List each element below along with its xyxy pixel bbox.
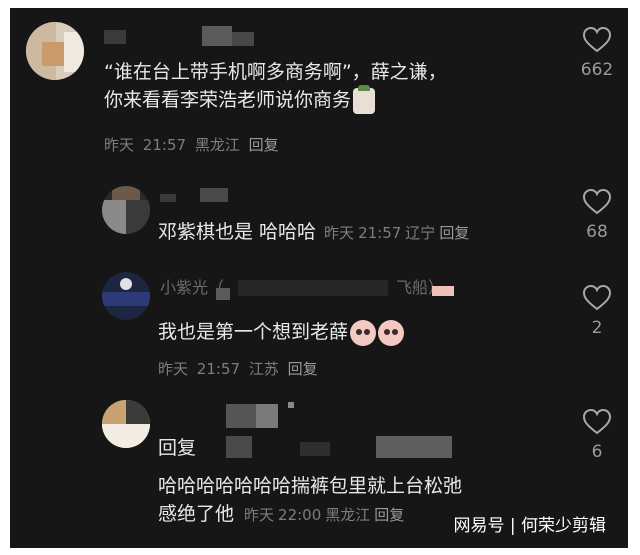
time: 21:57 [142, 136, 187, 154]
reply-button[interactable]: 回复 [288, 360, 318, 378]
like-button[interactable]: 6 [577, 408, 617, 462]
reply-prefix: 回复 [158, 437, 197, 459]
location: 黑龙江 [325, 506, 371, 524]
like-count: 662 [580, 60, 614, 80]
username-masked[interactable] [160, 402, 460, 472]
reply-button[interactable]: 回复 [374, 506, 404, 524]
comment-meta: 昨天 21:57 江苏 回复 [158, 358, 322, 379]
comment-line: 感绝了他 昨天 22:00 黑龙江 回复 [158, 503, 405, 525]
comment-line: 哈哈哈哈哈哈哈揣裤包里就上台松弛 [158, 475, 463, 497]
comment-line: 你来看看李荣浩老师说你商务 [104, 84, 447, 114]
heart-outline-icon [582, 188, 612, 215]
location: 黑龙江 [194, 136, 240, 154]
comment-meta: 昨天 21:57 黑龙江 回复 [104, 134, 283, 155]
pink-face-emoji-icon [378, 319, 405, 346]
like-button[interactable]: 68 [577, 188, 617, 242]
time: 22:00 [278, 506, 322, 524]
location: 辽宁 [405, 224, 436, 242]
like-count: 6 [591, 442, 603, 462]
comment-line: 邓紫棋也是 哈哈哈 昨天 21:57 辽宁 回复 [158, 221, 470, 243]
time-prefix: 昨天 [244, 506, 275, 524]
time: 21:57 [196, 360, 241, 378]
heart-outline-icon [582, 26, 612, 53]
heart-outline-icon [582, 284, 612, 311]
avatar[interactable] [102, 400, 150, 448]
time-prefix: 昨天 [104, 136, 135, 154]
comment-screen: “谁在台上带手机啊多商务啊”，薛之谦， 你来看看李荣浩老师说你商务 昨天 21:… [10, 8, 628, 548]
avatar[interactable] [26, 22, 84, 80]
username[interactable]: 小紫光（ 飞船） [160, 274, 460, 300]
comment-line: “谁在台上带手机啊多商务啊”，薛之谦， [104, 61, 447, 83]
avatar[interactable] [102, 186, 150, 234]
comment-text: 我也是第一个想到老薛 [158, 318, 405, 346]
username-masked[interactable] [104, 24, 264, 46]
time-prefix: 昨天 [158, 360, 189, 378]
sticker-icon [353, 84, 376, 114]
comment-line: 我也是第一个想到老薛 [158, 318, 405, 346]
username-masked[interactable] [160, 186, 270, 206]
heart-outline-icon [582, 408, 612, 435]
location: 江苏 [248, 360, 279, 378]
comment-text: 邓紫棋也是 哈哈哈 昨天 21:57 辽宁 回复 [158, 218, 469, 247]
pink-face-emoji-icon [350, 319, 377, 346]
like-button[interactable]: 2 [577, 284, 617, 338]
like-count: 2 [591, 318, 603, 338]
reply-button[interactable]: 回复 [249, 136, 279, 154]
comment-text: “谁在台上带手机啊多商务啊”，薛之谦， 你来看看李荣浩老师说你商务 [104, 58, 447, 114]
comment-item: “谁在台上带手机啊多商务啊”，薛之谦， 你来看看李荣浩老师说你商务 昨天 21:… [10, 8, 628, 168]
time-prefix: 昨天 [324, 224, 355, 242]
watermark: 网易号 | 何荣少剪辑 [453, 516, 606, 536]
time: 21:57 [358, 224, 402, 242]
reply-button[interactable]: 回复 [439, 224, 469, 242]
like-button[interactable]: 662 [577, 26, 617, 80]
comment-text: 哈哈哈哈哈哈哈揣裤包里就上台松弛 感绝了他 昨天 22:00 黑龙江 回复 [158, 472, 462, 529]
comment-item: 小紫光（ 飞船） 我也是第一个想到老薛 昨天 21:57 江苏 回复 2 [10, 270, 628, 380]
like-count: 68 [586, 222, 608, 242]
comment-item: 邓紫棋也是 哈哈哈 昨天 21:57 辽宁 回复 68 [10, 176, 628, 266]
avatar[interactable] [102, 272, 150, 320]
